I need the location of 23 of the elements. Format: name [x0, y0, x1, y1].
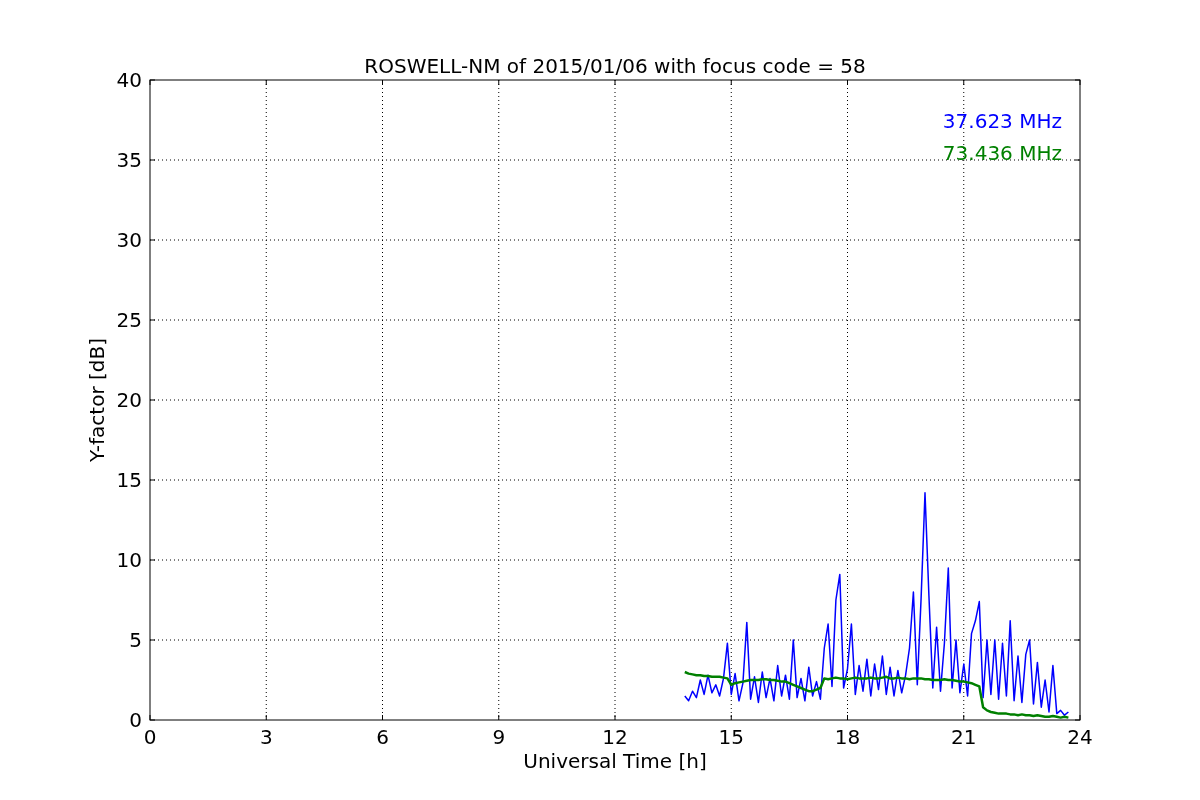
x-axis-label: Universal Time [h]: [523, 749, 707, 773]
x-tick-label: 21: [951, 725, 977, 749]
y-tick-label: 25: [116, 308, 142, 332]
y-tick-label: 15: [116, 468, 142, 492]
y-tick-label: 10: [116, 548, 142, 572]
legend-label: 73.436 MHz: [942, 141, 1062, 165]
chart-title: ROSWELL-NM of 2015/01/06 with focus code = 58: [364, 54, 866, 78]
y-tick-label: 40: [116, 68, 142, 92]
y-tick-label: 30: [116, 228, 142, 252]
x-tick-label: 24: [1067, 725, 1093, 749]
legend-label: 37.623 MHz: [942, 109, 1062, 133]
x-tick-label: 9: [492, 725, 506, 749]
y-tick-label: 20: [116, 388, 142, 412]
y-tick-label: 5: [129, 628, 142, 652]
x-tick-label: 6: [376, 725, 389, 749]
x-tick-label: 3: [259, 725, 273, 749]
x-tick-label: 0: [143, 725, 157, 749]
x-tick-label: 18: [834, 725, 861, 749]
y-axis-label: Y-factor [dB]: [85, 338, 109, 462]
x-tick-label: 12: [602, 725, 628, 749]
y-tick-label: 0: [129, 708, 142, 732]
x-tick-label: 15: [718, 725, 744, 749]
y-tick-label: 35: [116, 148, 142, 172]
